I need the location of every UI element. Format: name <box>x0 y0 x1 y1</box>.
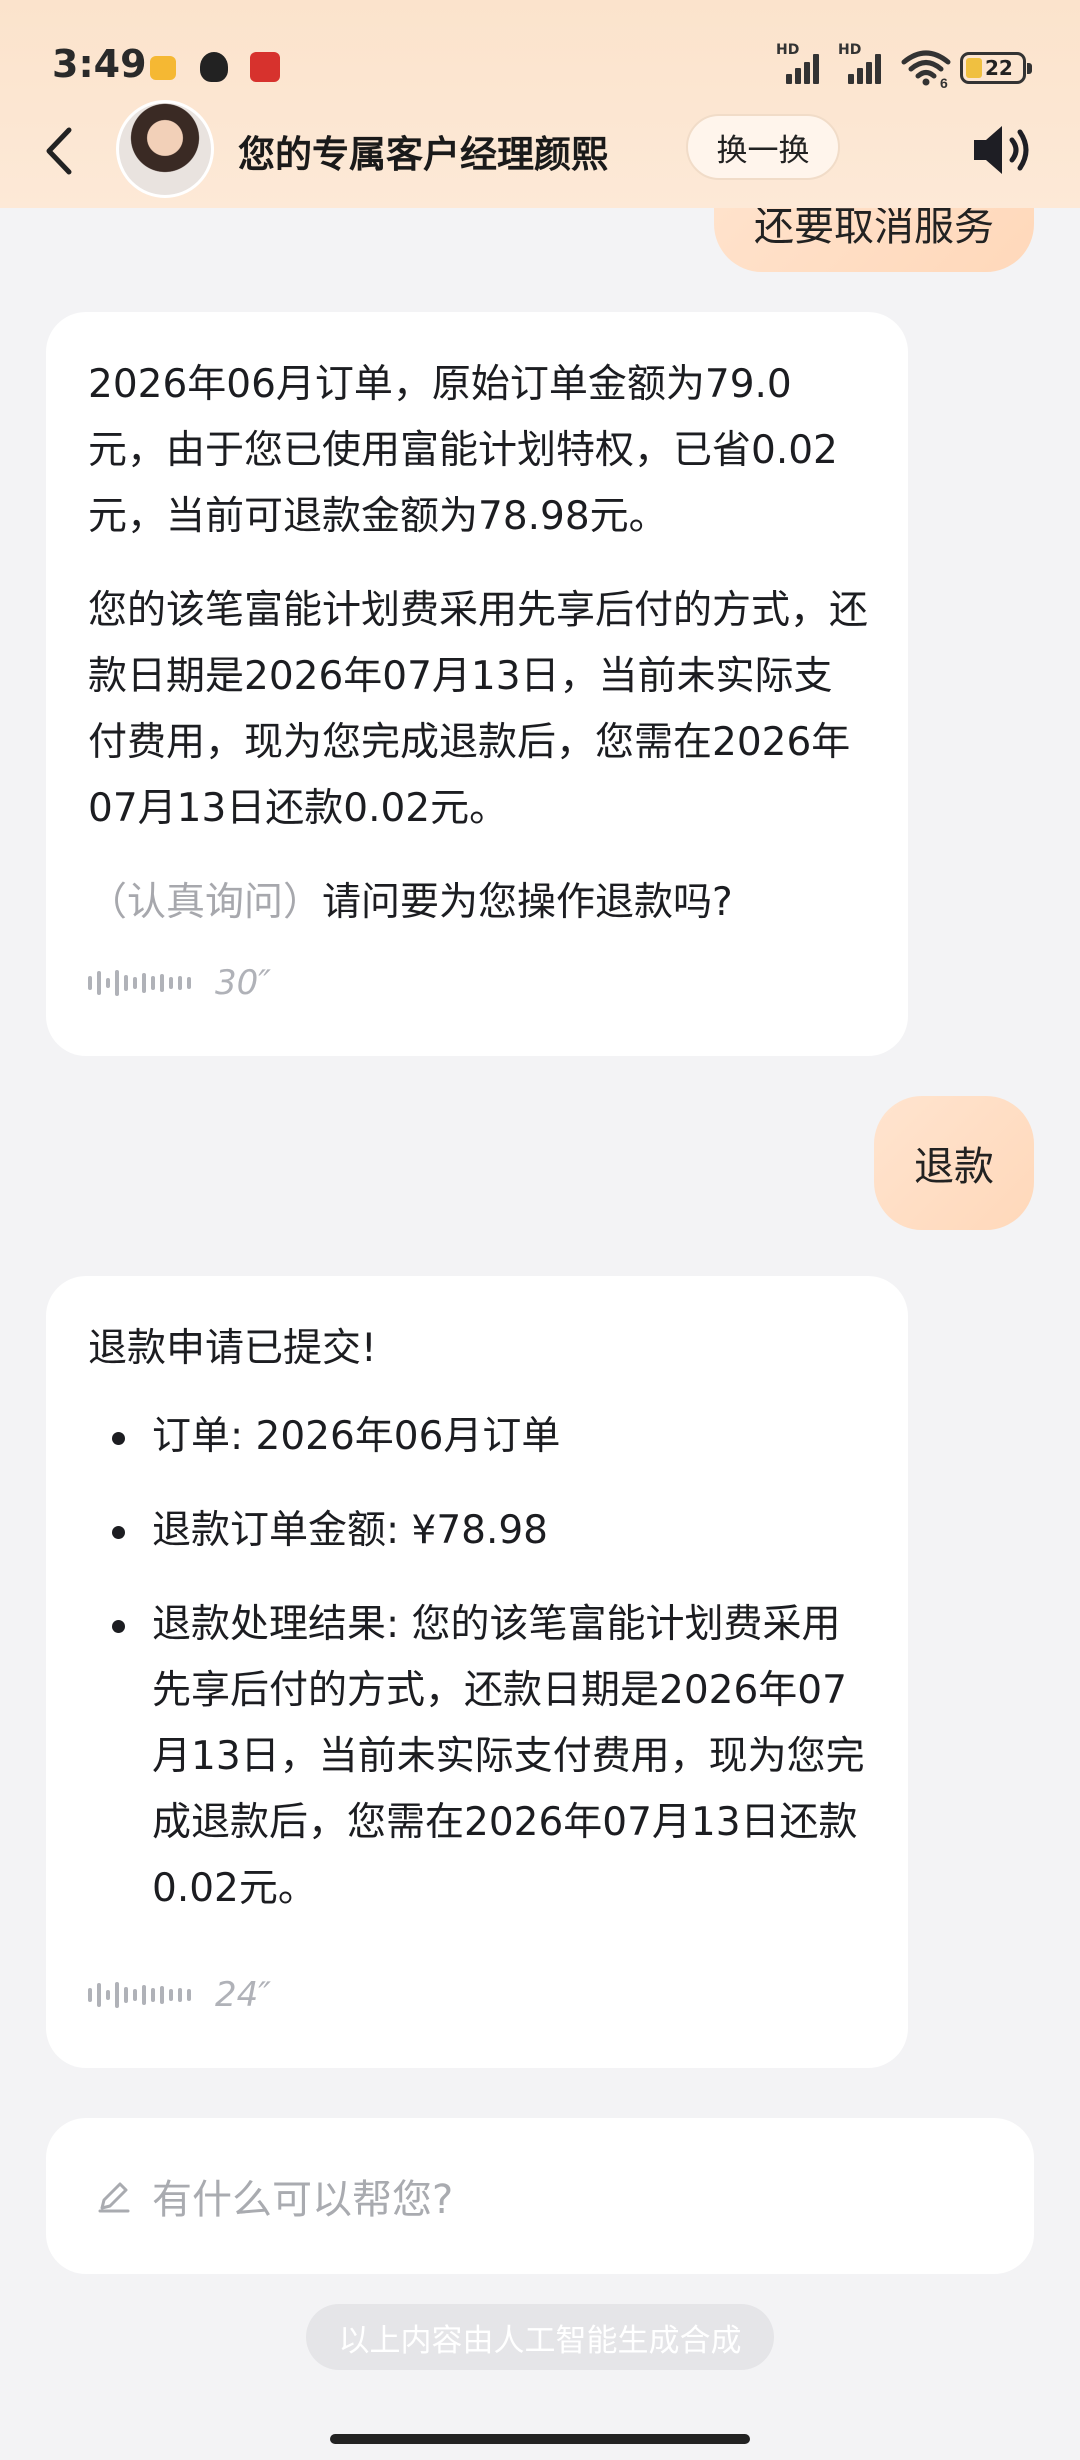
waveform-icon <box>88 1980 191 2010</box>
qq-notification-icon <box>200 52 228 82</box>
avatar[interactable] <box>116 100 214 198</box>
header: 3:49 HD HD 6 22 您的专属客户经理颜熙 换一换 <box>0 0 1080 208</box>
page-title: 您的专属客户经理颜熙 <box>238 133 608 176</box>
waveform-icon <box>88 968 191 998</box>
nav-bar: 您的专属客户经理颜熙 换一换 <box>0 100 1080 200</box>
voice-playback[interactable]: 24″ <box>88 1962 868 2028</box>
wifi-icon: 6 <box>901 50 951 88</box>
refund-details-list: 订单: 2026年06月订单 退款订单金额: ¥78.98 退款处理结果: 您的… <box>88 1404 868 1922</box>
ai-message-paragraph: 您的该笔富能计划费采用先享后付的方式，还款日期是2026年07月13日，当前未实… <box>88 588 869 831</box>
message-notification-icon <box>150 56 176 80</box>
signal-icon-2: HD <box>838 42 894 84</box>
refund-headline: 退款申请已提交! <box>88 1326 377 1371</box>
ai-message-paragraph: 2026年06月订单，原始订单金额为79.0元，由于您已使用富能计划特权，已省0… <box>88 362 838 539</box>
wifi-badge: 6 <box>940 75 948 88</box>
list-item: 退款处理结果: 您的该笔富能计划费采用先享后付的方式，还款日期是2026年07月… <box>88 1592 868 1922</box>
voice-playback[interactable]: 30″ <box>88 950 868 1016</box>
back-icon <box>46 127 72 175</box>
user-message-text: 退款 <box>914 1144 994 1190</box>
ai-generated-notice: 以上内容由人工智能生成合成 <box>306 2304 774 2370</box>
tone-label: （认真询问） <box>88 880 323 925</box>
back-button[interactable] <box>36 124 80 178</box>
battery-icon: 22 <box>960 52 1032 84</box>
question-text: 请问要为您操作退款吗? <box>322 880 733 925</box>
status-time: 3:49 <box>52 42 147 86</box>
home-indicator[interactable] <box>330 2434 750 2444</box>
ai-message-bubble: 2026年06月订单，原始订单金额为79.0元，由于您已使用富能计划特权，已省0… <box>46 312 908 1056</box>
app-notification-icon <box>250 52 280 82</box>
user-message-bubble: 退款 <box>874 1096 1034 1230</box>
voice-duration: 30″ <box>215 963 271 1003</box>
list-item: 订单: 2026年06月订单 <box>88 1404 868 1470</box>
voice-duration: 24″ <box>215 1975 271 2015</box>
ai-message-bubble: 退款申请已提交! 订单: 2026年06月订单 退款订单金额: ¥78.98 退… <box>46 1276 908 2068</box>
status-bar: 3:49 HD HD 6 22 <box>0 0 1080 100</box>
switch-button[interactable]: 换一换 <box>686 114 840 180</box>
list-item: 退款订单金额: ¥78.98 <box>88 1498 868 1564</box>
ai-question: （认真询问）请问要为您操作退款吗? <box>88 870 868 936</box>
battery-level: 22 <box>985 56 1013 80</box>
input-placeholder: 有什么可以帮您? <box>152 2177 454 2223</box>
signal-icon: HD <box>776 42 832 84</box>
message-input[interactable]: 有什么可以帮您? <box>46 2118 1034 2274</box>
speaker-icon[interactable] <box>968 120 1034 180</box>
pencil-icon <box>98 2182 130 2213</box>
